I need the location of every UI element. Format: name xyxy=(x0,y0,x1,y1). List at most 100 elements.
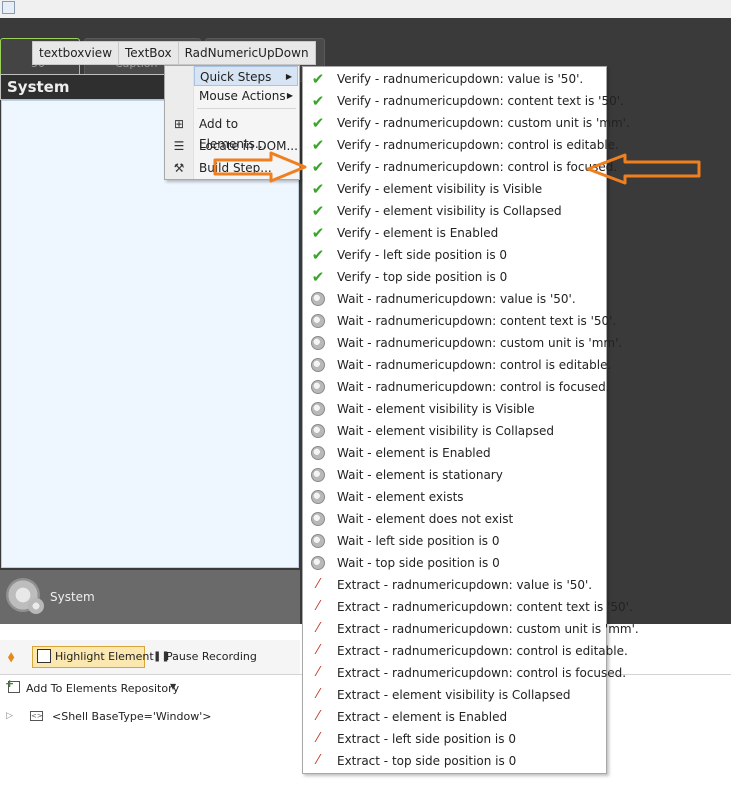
breadcrumb-item[interactable]: textboxview xyxy=(33,42,120,64)
clock-icon xyxy=(311,292,325,306)
quick-step-item[interactable]: Wait - top side position is 0 xyxy=(303,552,606,574)
pause-recording-button[interactable]: Pause Recording xyxy=(166,650,257,663)
pipette-icon: ⁄ xyxy=(316,753,320,768)
checkmark-icon: ✔ xyxy=(311,246,325,264)
quick-step-label: Wait - element is Enabled xyxy=(337,446,491,460)
annotation-arrow-left xyxy=(586,153,701,185)
breadcrumb-item[interactable]: TextBox xyxy=(119,42,179,64)
submenu-arrow-icon: ▶ xyxy=(286,91,293,100)
quick-step-item[interactable]: Wait - element does not exist xyxy=(303,508,606,530)
breadcrumb-item[interactable]: RadNumericUpDown xyxy=(179,42,315,64)
clock-icon xyxy=(311,534,325,548)
system-footer-label: System xyxy=(50,590,95,604)
add-to-elements-repository-button[interactable]: Add To Elements Repository xyxy=(26,682,179,695)
quick-step-item[interactable]: Wait - element is Enabled xyxy=(303,442,606,464)
quick-step-item[interactable]: ⁄ Extract - left side position is 0 xyxy=(303,728,606,750)
window-icon xyxy=(2,1,15,14)
highlight-element-label: Highlight Element xyxy=(55,650,154,663)
quick-step-item[interactable]: ✔ Verify - radnumericupdown: control is e… xyxy=(303,134,619,156)
menu-item-add-to-elements[interactable]: Add to Elements... xyxy=(194,114,298,151)
quick-step-item[interactable]: ⁄ Extract - radnumericupdown: content tex… xyxy=(303,596,633,618)
checkmark-icon: ✔ xyxy=(311,224,325,242)
quick-step-label: Extract - radnumericupdown: custom unit … xyxy=(337,622,639,636)
quick-step-label: Wait - element is stationary xyxy=(337,468,503,482)
checkmark-icon: ✔ xyxy=(311,114,325,132)
quick-step-item[interactable]: ✔ Verify - radnumericupdown: value is '50… xyxy=(303,68,606,90)
clock-icon xyxy=(311,314,325,328)
quick-step-label: Verify - radnumericupdown: content text … xyxy=(337,94,624,108)
quick-step-item[interactable]: ✔ Verify - element visibility is Visible xyxy=(303,178,606,200)
quick-step-label: Extract - radnumericupdown: control is f… xyxy=(337,666,627,680)
quick-step-label: Verify - element visibility is Visible xyxy=(337,182,543,196)
quick-step-label: Wait - element visibility is Collapsed xyxy=(337,424,555,438)
expand-arrow-icon[interactable]: ▷ xyxy=(6,711,13,721)
quick-step-label: Extract - element is Enabled xyxy=(337,710,508,724)
checkmark-icon: ✔ xyxy=(311,268,325,286)
quick-step-label: Wait - top side position is 0 xyxy=(337,556,500,570)
quick-step-item[interactable]: Wait - element exists xyxy=(303,486,606,508)
menu-item-mouse-actions[interactable]: Mouse Actions ▶ xyxy=(194,86,298,106)
quick-step-label: Verify - element visibility is Collapsed xyxy=(337,204,562,218)
clock-icon xyxy=(311,336,325,350)
quick-step-label: Verify - top side position is 0 xyxy=(337,270,508,284)
quick-step-item[interactable]: ⁄ Extract - radnumericupdown: control is … xyxy=(303,640,628,662)
quick-step-item[interactable]: Wait - left side position is 0 xyxy=(303,530,606,552)
quick-step-item[interactable]: ⁄ Extract - radnumericupdown: value is '5… xyxy=(303,574,606,596)
checkmark-icon: ✔ xyxy=(311,202,325,220)
clock-icon xyxy=(311,490,325,504)
clock-icon xyxy=(311,468,325,482)
quick-step-label: Extract - radnumericupdown: control is e… xyxy=(337,644,628,658)
pipette-icon: ⁄ xyxy=(316,731,320,746)
clock-icon xyxy=(311,380,325,394)
tree-root-node[interactable]: <Shell BaseType='Window'> xyxy=(52,710,211,723)
pipette-icon: ⁄ xyxy=(316,621,320,636)
quick-step-label: Wait - element exists xyxy=(337,490,464,504)
quick-step-item[interactable]: Wait - radnumericupdown: control is edit… xyxy=(303,354,611,376)
breadcrumb: textboxview TextBox RadNumericUpDown xyxy=(32,41,316,65)
checkmark-icon: ✔ xyxy=(311,70,325,88)
quick-step-item[interactable]: ✔ Verify - left side position is 0 xyxy=(303,244,606,266)
quick-step-item[interactable]: ⁄ Extract - radnumericupdown: custom unit… xyxy=(303,618,639,640)
quick-step-item[interactable]: ✔ Verify - radnumericupdown: control is f… xyxy=(303,156,617,178)
menu-item-quick-steps[interactable]: Quick Steps ▶ xyxy=(194,66,298,86)
clock-icon xyxy=(311,358,325,372)
menu-item-label: Quick Steps xyxy=(200,70,272,84)
add-element-icon: ⊞ xyxy=(173,117,185,131)
quick-step-item[interactable]: ⁄ Extract - top side position is 0 xyxy=(303,750,606,772)
quick-step-item[interactable]: Wait - element is stationary xyxy=(303,464,606,486)
quick-step-item[interactable]: Wait - radnumericupdown: custom unit is … xyxy=(303,332,622,354)
quick-step-item[interactable]: ✔ Verify - radnumericupdown: content text… xyxy=(303,90,624,112)
quick-step-item[interactable]: ✔ Verify - element visibility is Collapse… xyxy=(303,200,606,222)
menu-separator xyxy=(197,108,296,109)
annotation-arrow-right xyxy=(213,151,307,183)
gear-small-icon xyxy=(28,598,44,614)
quick-step-label: Verify - left side position is 0 xyxy=(337,248,508,262)
quick-step-item[interactable]: ⁄ Extract - element is Enabled xyxy=(303,706,606,728)
quick-step-label: Wait - radnumericupdown: control is edit… xyxy=(337,358,612,372)
pipette-icon: ⁄ xyxy=(316,687,320,702)
element-tag-icon: <> xyxy=(30,711,43,721)
pipette-icon: ⁄ xyxy=(316,665,320,680)
quick-step-item[interactable]: Wait - element visibility is Collapsed xyxy=(303,420,606,442)
quick-step-label: Wait - radnumericupdown: content text is… xyxy=(337,314,617,328)
recorder-icon[interactable]: ⬧ xyxy=(8,649,24,665)
quick-step-item[interactable]: ✔ Verify - top side position is 0 xyxy=(303,266,606,288)
checkmark-icon: ✔ xyxy=(311,136,325,154)
clock-icon xyxy=(311,556,325,570)
clock-icon xyxy=(311,512,325,526)
system-panel-footer xyxy=(0,570,300,624)
quick-step-item[interactable]: ✔ Verify - element is Enabled xyxy=(303,222,606,244)
quick-step-item[interactable]: Wait - element visibility is Visible xyxy=(303,398,606,420)
quick-step-label: Extract - top side position is 0 xyxy=(337,754,517,768)
quick-step-item[interactable]: ✔ Verify - radnumericupdown: custom unit … xyxy=(303,112,630,134)
quick-step-item[interactable]: Wait - radnumericupdown: control is focu… xyxy=(303,376,610,398)
quick-step-label: Wait - radnumericupdown: value is '50'. xyxy=(337,292,576,306)
quick-step-item[interactable]: Wait - radnumericupdown: content text is… xyxy=(303,310,616,332)
quick-step-label: Wait - radnumericupdown: control is focu… xyxy=(337,380,610,394)
quick-step-item[interactable]: ⁄ Extract - element visibility is Collaps… xyxy=(303,684,606,706)
quick-step-label: Extract - radnumericupdown: content text… xyxy=(337,600,633,614)
quick-step-item[interactable]: Wait - radnumericupdown: value is '50'. xyxy=(303,288,606,310)
quick-step-label: Wait - element does not exist xyxy=(337,512,514,526)
chevron-down-icon[interactable]: ▼ xyxy=(170,682,176,691)
quick-step-item[interactable]: ⁄ Extract - radnumericupdown: control is … xyxy=(303,662,626,684)
